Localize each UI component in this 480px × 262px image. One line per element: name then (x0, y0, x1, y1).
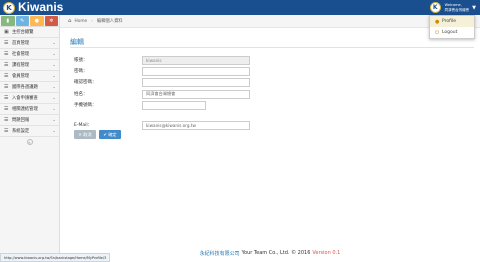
shortcut-signal-button[interactable]: ▮ (1, 16, 15, 26)
confirm-password-label: 確認密碼： (74, 80, 97, 85)
chevron-down-icon: ⌄ (52, 62, 56, 68)
sidebar-item-international-topics[interactable]: ☰ 國際各週議題 ⌄ (0, 82, 59, 93)
breadcrumb: ⌂ Home › 編輯個人資料 (60, 15, 480, 28)
password-row: 密碼： (74, 66, 250, 76)
user-menu-toggle[interactable]: K Welcome, 同濟會台灣總會 ▼ (429, 0, 476, 15)
kiwanis-logo-icon: K (3, 1, 15, 14)
list-icon: ☰ (4, 51, 9, 57)
list-icon: ☰ (4, 106, 9, 112)
list-icon: ☰ (4, 84, 9, 90)
title-divider (70, 47, 474, 48)
chevron-down-icon: ⌄ (52, 40, 56, 46)
list-icon: ☰ (4, 40, 9, 46)
list-icon: ☰ (4, 73, 9, 79)
breadcrumb-separator-icon: › (91, 18, 93, 24)
email-row: E-Mail： kiwanis@kiwanis.org.tw (74, 120, 250, 130)
footer-copyright: Your Team Co., Ltd. © 2016 (241, 250, 311, 256)
breadcrumb-home-link[interactable]: Home (75, 19, 88, 24)
cancel-button[interactable]: ✕ 取消 (74, 130, 96, 139)
user-dropdown-menu: ● Profile ⏻ Logout (429, 15, 475, 39)
dashboard-icon: ▣ (4, 29, 9, 35)
pencil-icon: ✎ (20, 18, 25, 24)
sidebar-item-member-management[interactable]: ☰ 會員管理 ⌄ (0, 71, 59, 82)
save-button[interactable]: ✔ 確定 (99, 130, 121, 139)
sidebar-collapse-button[interactable]: « (26, 139, 33, 145)
account-row: 帳號： kiwanis (74, 55, 250, 65)
phone-field[interactable] (142, 100, 206, 110)
email-label: E-Mail： (74, 123, 93, 128)
chevron-down-icon: ⌄ (52, 128, 56, 134)
caret-down-icon: ▼ (472, 4, 476, 11)
footer-version: Version 0.1 (312, 250, 341, 256)
name-label: 姓名： (74, 92, 88, 97)
email-field[interactable]: kiwanis@kiwanis.org.tw (142, 120, 250, 130)
account-label: 帳號： (74, 58, 88, 63)
user-avatar: K (429, 2, 441, 13)
brand[interactable]: K Kiwanis (3, 1, 63, 14)
account-field: kiwanis (142, 55, 250, 65)
top-navbar: K Kiwanis K Welcome, 同濟會台灣總會 ▼ (0, 0, 480, 15)
shortcut-users-button[interactable]: ● (30, 16, 44, 26)
chevron-down-icon: ⌄ (52, 106, 56, 112)
home-icon: ⌂ (68, 18, 72, 24)
chevron-down-icon: ⌄ (52, 84, 56, 90)
power-icon: ⏻ (435, 29, 439, 36)
footer-company: 永紀科技有限公司 (199, 250, 240, 257)
footer: 永紀科技有限公司 Your Team Co., Ltd. © 2016 Vers… (60, 244, 480, 262)
user-info: Welcome, 同濟會台灣總會 (445, 3, 470, 13)
name-field[interactable]: 同濟會台灣總會 (142, 89, 250, 99)
cogs-icon: ✲ (49, 18, 54, 24)
list-icon: ☰ (4, 95, 9, 101)
sidebar-item-home-management[interactable]: ☰ 首頁管理 ⌄ (0, 38, 59, 49)
sidebar-item-course-management[interactable]: ☰ 課程管理 ⌄ (0, 60, 59, 71)
confirm-password-row: 確認密碼： (74, 77, 250, 87)
phone-row: 手機號碼： (74, 100, 206, 110)
users-icon: ● (34, 18, 39, 24)
signal-icon: ▮ (6, 18, 10, 24)
double-angle-left-icon: « (28, 139, 31, 145)
name-row: 姓名： 同濟會台灣總會 (74, 89, 250, 99)
sidebar-item-club-management[interactable]: ☰ 社會管理 ⌄ (0, 49, 59, 60)
sidebar: ▮ ✎ ● ✲ ▣ 主控台總覽 ☰ 首頁管理 ⌄ ☰ 社會管理 ⌄ ☰ 課程管理… (0, 15, 60, 262)
sidebar-item-links-management[interactable]: ☰ 相關連結管理 ⌄ (0, 104, 59, 115)
sidebar-item-system-settings[interactable]: ☰ 系統設定 ⌄ (0, 126, 59, 137)
brand-name: Kiwanis (18, 0, 64, 14)
chevron-down-icon: ⌄ (52, 117, 56, 123)
page-title: 編輯 (70, 38, 84, 46)
sidebar-item-membership-review[interactable]: ☰ 入會申請審查 ⌄ (0, 93, 59, 104)
list-icon: ☰ (4, 117, 9, 123)
password-field[interactable] (142, 66, 250, 76)
list-icon: ☰ (4, 62, 9, 68)
phone-label: 手機號碼： (74, 103, 97, 108)
chevron-down-icon: ⌄ (52, 51, 56, 57)
chevron-down-icon: ⌄ (52, 95, 56, 101)
username-text: 同濟會台灣總會 (444, 7, 470, 12)
confirm-password-field[interactable] (142, 77, 250, 87)
chevron-down-icon: ⌄ (52, 73, 56, 79)
shortcut-pencil-button[interactable]: ✎ (15, 16, 29, 26)
sidebar-item-issue-report[interactable]: ☰ 問題回報 ⌄ (0, 115, 59, 126)
sidebar-item-dashboard[interactable]: ▣ 主控台總覽 (0, 27, 59, 38)
menu-item-profile[interactable]: ● Profile (430, 16, 474, 27)
menu-item-logout[interactable]: ⏻ Logout (430, 27, 474, 38)
sidebar-shortcuts: ▮ ✎ ● ✲ (0, 15, 59, 27)
breadcrumb-current: 編輯個人資料 (96, 19, 123, 24)
password-label: 密碼： (74, 69, 88, 74)
browser-status-url: http://www.kiwanis.org.tw/Sn/backstage/H… (0, 253, 111, 262)
shortcut-cogs-button[interactable]: ✲ (44, 16, 58, 26)
list-icon: ☰ (4, 128, 9, 134)
user-icon: ● (435, 18, 440, 25)
